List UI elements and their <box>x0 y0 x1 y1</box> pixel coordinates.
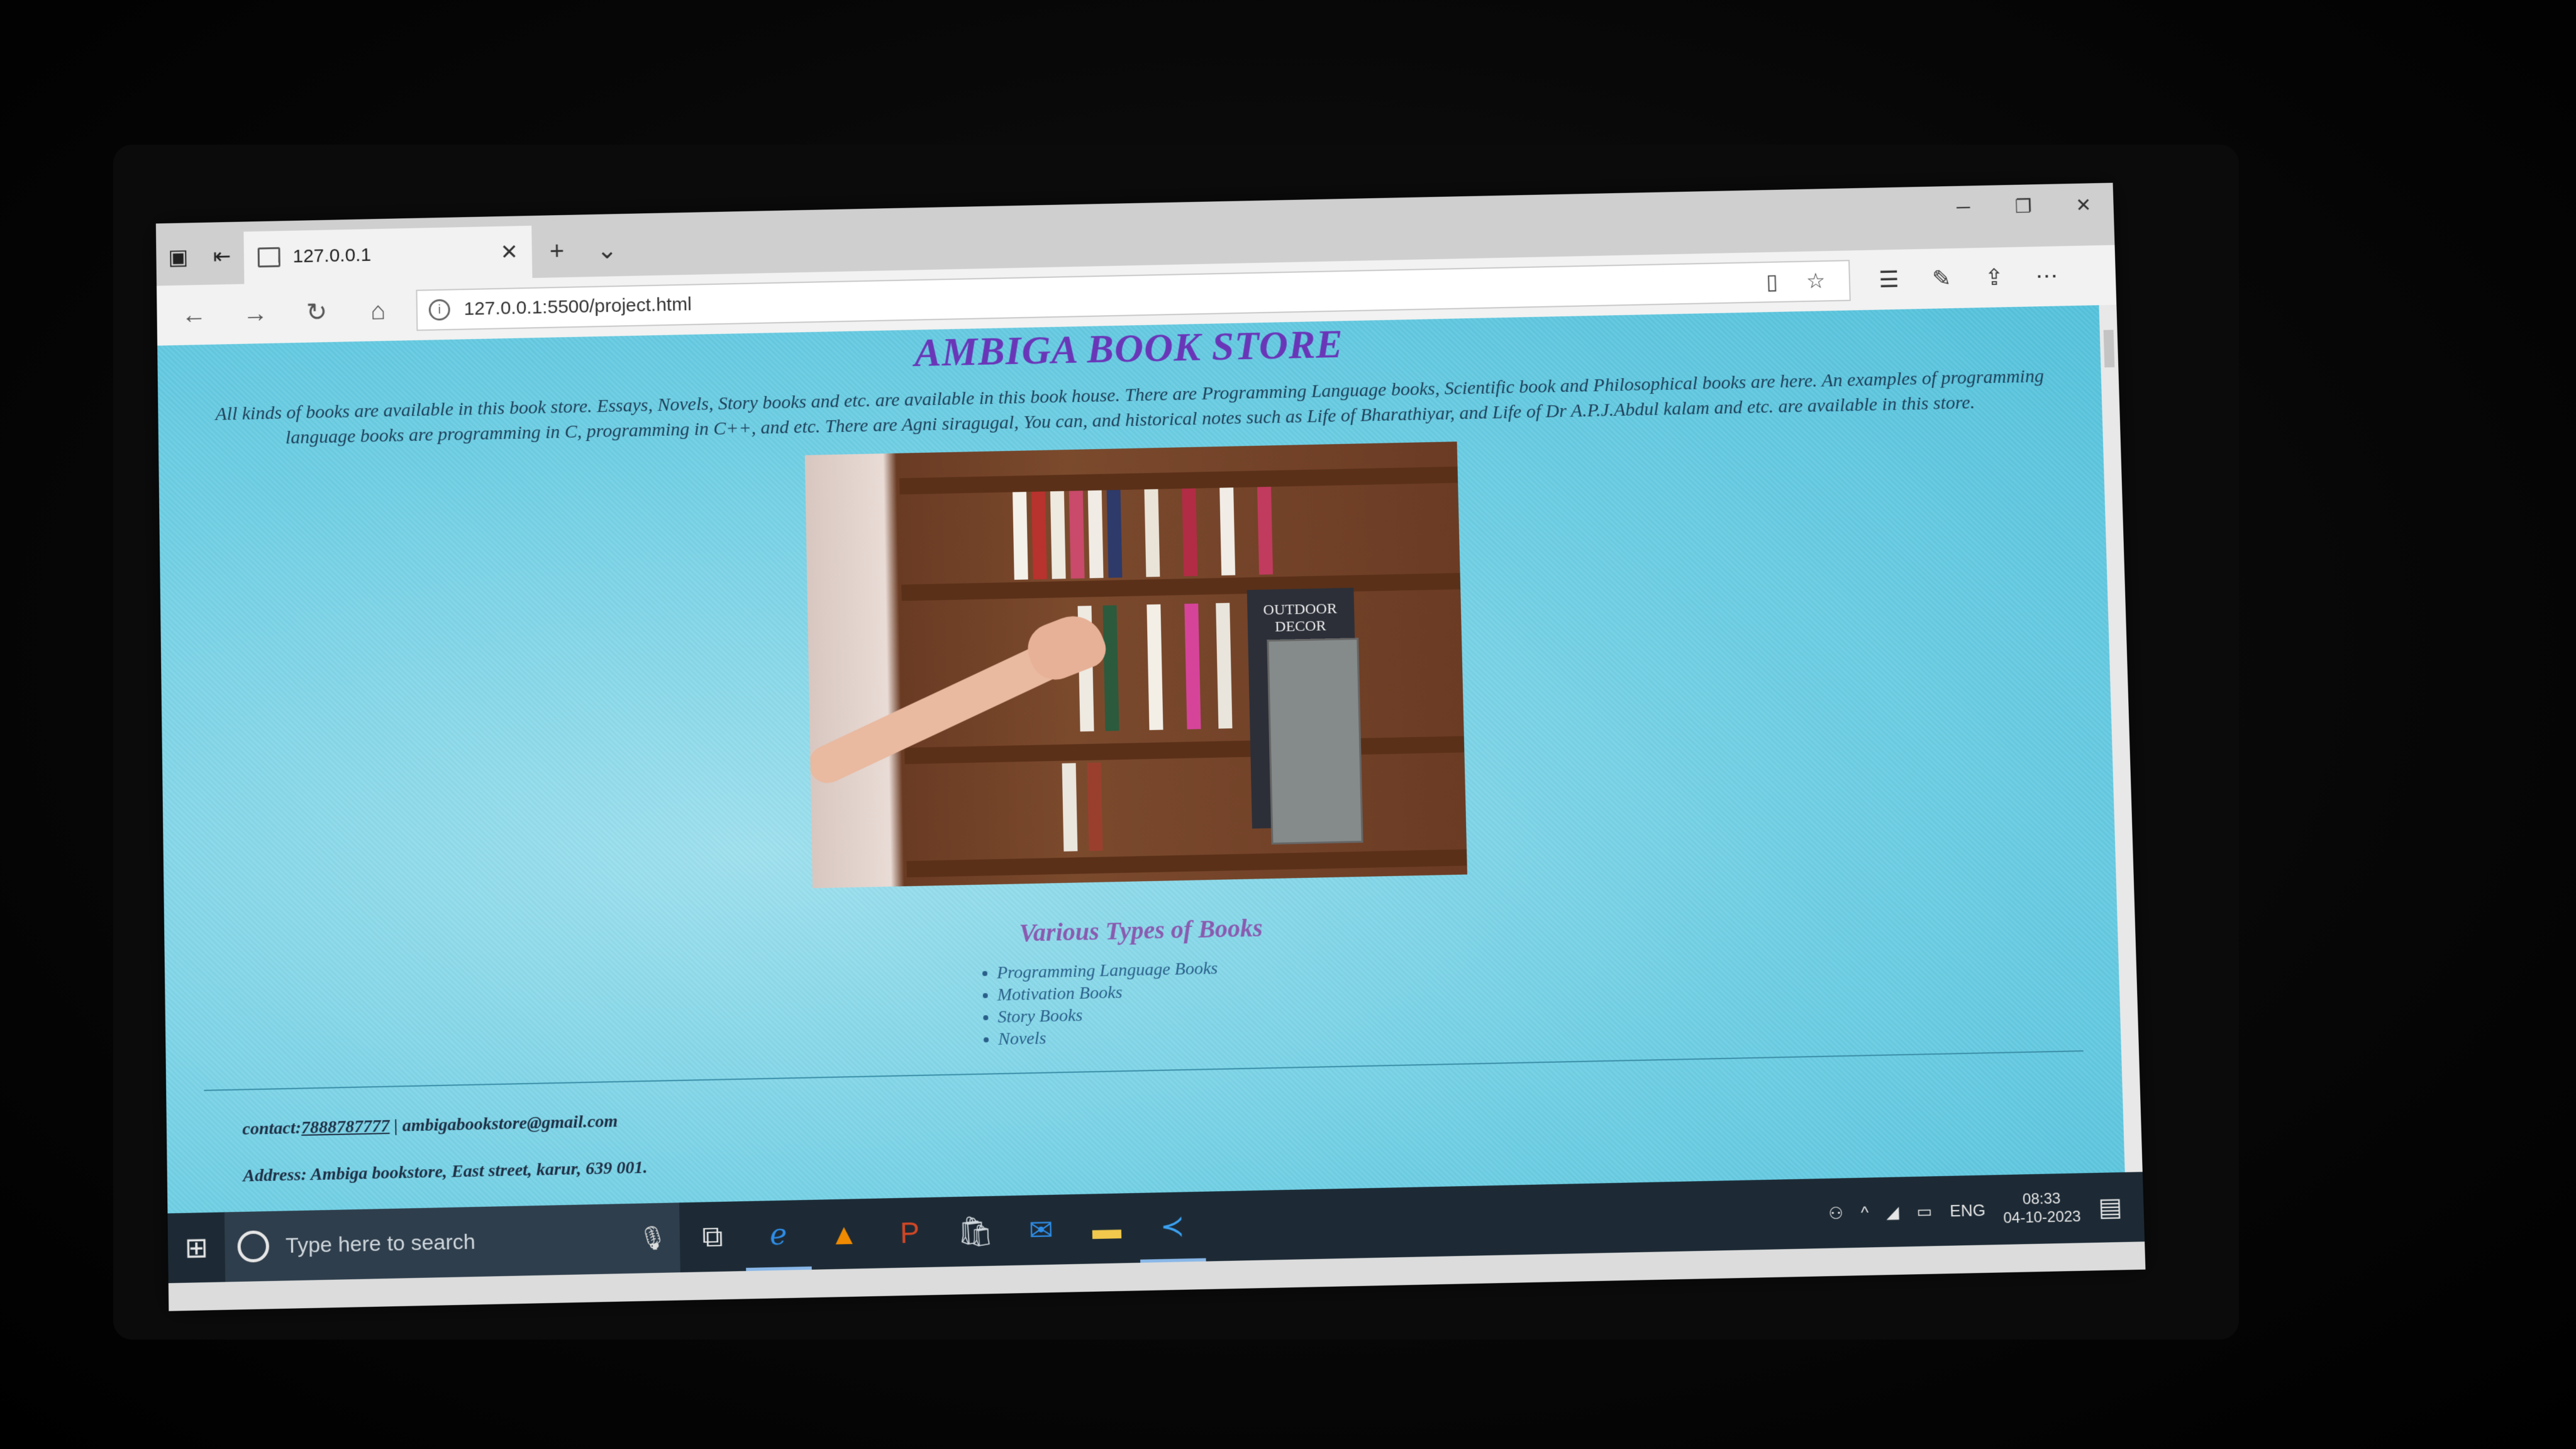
tab-list-button[interactable]: ⌄ <box>582 224 633 277</box>
close-window-icon[interactable]: ✕ <box>2053 183 2114 228</box>
share-icon[interactable]: ⇪ <box>1967 252 2021 303</box>
search-placeholder[interactable]: Type here to search <box>286 1226 638 1258</box>
close-tab-icon[interactable]: ✕ <box>500 240 518 265</box>
book-spine <box>1102 606 1119 731</box>
bookshelf-image: OUTDOOR DECOR <box>805 441 1467 888</box>
window-icon[interactable]: ▣ <box>156 229 201 286</box>
book-spine <box>1182 489 1197 577</box>
book-spine <box>1184 604 1201 730</box>
language-indicator[interactable]: ENG <box>1950 1200 1985 1220</box>
chevron-up-icon[interactable]: ^ <box>1861 1202 1869 1223</box>
home-icon[interactable]: ⌂ <box>347 286 409 336</box>
book-types-heading: Various Types of Books <box>164 895 2118 965</box>
book-spine <box>1062 763 1078 852</box>
book-spine <box>1031 492 1047 580</box>
restore-icon[interactable]: ❐ <box>1993 184 2055 229</box>
outdoor-decor-text: OUTDOOR DECOR <box>1256 601 1345 636</box>
system-tray: ⚇ ^ ◢ ▭ ENG 08:33 04-10-2023 ▤ <box>1819 1172 2145 1248</box>
store-icon[interactable]: 🛍 <box>942 1196 1009 1267</box>
pen-icon[interactable]: ✎ <box>1914 253 1968 304</box>
task-view-icon[interactable]: ⧉ <box>679 1201 746 1272</box>
footer: contact:7888787777 | ambigabookstore@gma… <box>242 1080 2124 1186</box>
contact-label: contact: <box>242 1118 301 1139</box>
email-text: ambigabookstore@gmail.com <box>402 1111 618 1135</box>
contact-separator: | <box>389 1116 402 1136</box>
clock-time: 08:33 <box>2002 1190 2080 1210</box>
mail-icon[interactable]: ✉ <box>1008 1194 1075 1265</box>
browser-toolbar: ☰ ✎ ⇪ ⋯ <box>1862 251 2074 305</box>
shelf <box>906 850 1467 878</box>
page-icon <box>258 247 280 267</box>
microphone-icon[interactable]: 🎙 <box>638 1224 667 1252</box>
more-icon[interactable]: ⋯ <box>2019 251 2074 302</box>
book-spine <box>1219 487 1235 575</box>
shelf <box>901 573 1460 601</box>
screen: ▣ ⇤ 127.0.0.1 ✕ + ⌄ ─ ❐ ✕ ← → ↻ ⌂ i 127.… <box>156 183 2146 1311</box>
book-spine <box>1107 490 1123 578</box>
refresh-icon[interactable]: ↻ <box>286 287 348 338</box>
explorer-icon[interactable]: ▬ <box>1073 1193 1140 1264</box>
contact-line: contact:7888787777 | ambigabookstore@gma… <box>242 1080 2123 1140</box>
book-spine <box>1050 491 1066 579</box>
window-controls: ─ ❐ ✕ <box>1933 183 2114 239</box>
favorite-star-icon[interactable]: ☆ <box>1794 269 1838 294</box>
phone-link[interactable]: 7888787777 <box>301 1116 390 1138</box>
browser-tab[interactable]: 127.0.0.1 ✕ <box>243 226 532 284</box>
people-icon[interactable]: ⚇ <box>1828 1203 1843 1223</box>
minimize-icon[interactable]: ─ <box>1933 186 1994 230</box>
clock-date: 04-10-2023 <box>2003 1208 2081 1228</box>
scrollbar-thumb[interactable] <box>2104 330 2115 367</box>
book-spine <box>1146 604 1163 730</box>
book-spine <box>1013 492 1028 580</box>
favorites-list-icon[interactable]: ☰ <box>1862 254 1916 305</box>
book-spine <box>1216 603 1232 729</box>
back-icon[interactable]: ← <box>163 289 225 340</box>
notification-icon[interactable]: ▤ <box>2098 1192 2123 1222</box>
windows-start-icon[interactable]: ⊞ <box>168 1212 226 1283</box>
shelf <box>904 736 1464 765</box>
page-viewport: AMBIGA BOOK STORE All kinds of books are… <box>157 305 2125 1213</box>
vscode-icon[interactable]: ≺ <box>1139 1192 1206 1263</box>
shelf <box>899 467 1458 494</box>
vlc-icon[interactable]: ▲ <box>811 1199 877 1270</box>
powerpoint-icon[interactable]: P <box>876 1197 943 1268</box>
clock[interactable]: 08:33 04-10-2023 <box>2002 1190 2081 1228</box>
edge-icon[interactable]: ℯ <box>745 1200 811 1271</box>
bookend <box>1267 638 1363 845</box>
tab-title: 127.0.0.1 <box>292 242 500 268</box>
info-icon[interactable]: i <box>429 299 450 320</box>
book-spine <box>1088 491 1104 579</box>
book-spine <box>1145 489 1160 577</box>
new-tab-button[interactable]: + <box>531 225 582 278</box>
book-spine <box>1087 763 1103 852</box>
url-text[interactable]: 127.0.0.1:5500/project.html <box>464 272 1750 319</box>
forward-icon[interactable]: → <box>225 288 287 339</box>
tab-set-aside-icon[interactable]: ⇤ <box>200 228 245 285</box>
book-spine <box>1257 487 1273 575</box>
wifi-icon[interactable]: ◢ <box>1886 1202 1899 1222</box>
divider <box>204 1050 2083 1091</box>
book-spine <box>1069 491 1085 579</box>
reading-view-icon[interactable]: ▯ <box>1750 269 1794 295</box>
book-types-list: Programming Language Books Motivation Bo… <box>972 955 1314 1051</box>
battery-icon[interactable]: ▭ <box>1916 1201 1933 1221</box>
cortana-icon <box>237 1230 269 1262</box>
taskbar-search[interactable]: Type here to search 🎙 <box>225 1202 680 1282</box>
